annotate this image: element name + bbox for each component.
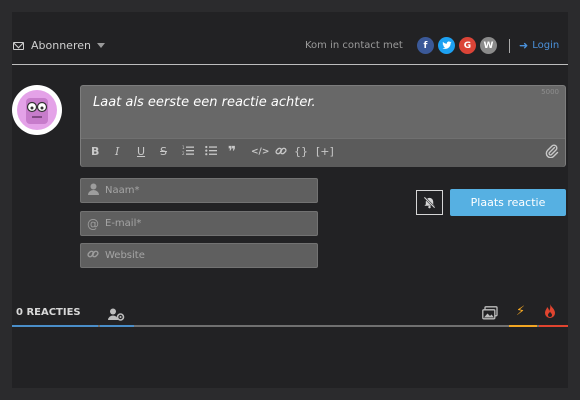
email-placeholder: E-mail* <box>105 218 142 229</box>
paperclip-icon[interactable] <box>545 144 559 162</box>
bold-button[interactable]: B <box>91 145 99 159</box>
post-comment-button[interactable]: Plaats reactie <box>450 189 566 216</box>
user-icon <box>81 183 105 198</box>
curly-braces-button[interactable]: {} <box>294 145 308 159</box>
wordpress-icon[interactable]: W <box>480 37 497 54</box>
link-icon[interactable] <box>275 145 287 161</box>
email-field[interactable]: @ E-mail* <box>80 211 318 236</box>
users-tab-indicator <box>100 325 134 327</box>
unordered-list-icon[interactable] <box>205 145 217 160</box>
name-placeholder: Naam* <box>105 185 140 196</box>
envelope-icon <box>13 41 24 50</box>
italic-button[interactable]: I <box>115 145 119 159</box>
contact-label: Kom in contact met <box>305 40 403 51</box>
underline-button[interactable]: U <box>137 145 145 159</box>
header-divider <box>509 39 510 53</box>
twitter-icon[interactable] <box>438 37 455 54</box>
bolt-icon[interactable]: ⚡ <box>516 304 525 319</box>
sort-newest-icon[interactable] <box>482 305 498 324</box>
google-icon[interactable]: G <box>459 37 476 54</box>
notification-toggle[interactable] <box>416 190 443 215</box>
char-limit: 5000 <box>541 88 559 96</box>
code-icon[interactable]: </> <box>251 145 269 159</box>
avatar <box>12 85 62 135</box>
comments-tabs: 0 REACTIES ⚡ <box>12 304 568 327</box>
bell-slash-icon <box>423 196 436 209</box>
login-label: Login <box>532 40 560 51</box>
editor-toolbar: B I U S 12 ❞ </> {} [+] <box>81 138 565 167</box>
subscribe-dropdown[interactable]: Abonneren <box>13 39 105 52</box>
default-avatar-icon <box>17 90 57 130</box>
login-link[interactable]: ➜ Login <box>519 39 559 52</box>
strikethrough-button[interactable]: S <box>160 145 167 159</box>
svg-text:2: 2 <box>182 151 185 156</box>
name-field[interactable]: Naam* <box>80 178 318 203</box>
comment-input-placeholder[interactable]: Laat als eerste een reactie achter. <box>93 95 316 110</box>
quote-icon[interactable]: ❞ <box>228 145 236 159</box>
popular-tab-indicator <box>539 325 568 327</box>
users-settings-icon[interactable] <box>108 306 125 325</box>
website-placeholder: Website <box>105 250 145 261</box>
svg-text:1: 1 <box>182 145 185 150</box>
at-icon: @ <box>87 216 99 231</box>
hot-tab-indicator <box>509 325 537 327</box>
comments-header: Abonneren Kom in contact met f G W ➜ Log… <box>12 36 568 58</box>
website-field[interactable]: Website <box>80 243 318 268</box>
comments-widget: Abonneren Kom in contact met f G W ➜ Log… <box>12 12 568 388</box>
header-divider-line <box>12 64 568 65</box>
active-tab-indicator <box>12 325 98 327</box>
comment-editor[interactable]: Laat als eerste een reactie achter. 5000… <box>80 85 566 167</box>
sign-in-icon: ➜ <box>519 39 529 52</box>
subscribe-label: Abonneren <box>31 39 91 52</box>
caret-down-icon <box>96 43 105 48</box>
spoiler-button[interactable]: [+] <box>316 145 334 159</box>
fire-icon[interactable] <box>544 304 556 322</box>
ordered-list-icon[interactable]: 12 <box>182 145 194 160</box>
link-icon <box>81 248 105 263</box>
facebook-icon[interactable]: f <box>417 37 434 54</box>
tab-comment-count[interactable]: 0 REACTIES <box>16 307 81 318</box>
